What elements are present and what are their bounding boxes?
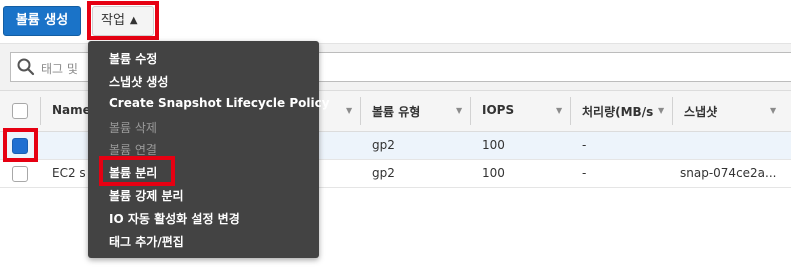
cell-throughput: - [582,138,587,152]
menu-item-change-auto-enable-io[interactable]: IO 자동 활성화 설정 변경 [109,210,240,227]
menu-item-add-edit-tags[interactable]: 태그 추가/편집 [109,233,184,250]
menu-item-modify-volume[interactable]: 볼륨 수정 [109,50,157,67]
cell-volume-type: gp2 [372,166,395,180]
menu-item-force-detach-volume[interactable]: 볼륨 강제 분리 [109,187,184,204]
sort-down-icon[interactable]: ▼ [456,106,462,115]
actions-dropdown-menu: 볼륨 수정 스냅샷 생성 Create Snapshot Lifecycle P… [88,41,330,258]
create-volume-button[interactable]: 볼륨 생성 [3,6,81,36]
column-divider [40,97,41,125]
cell-snapshot[interactable]: snap-074ce2a... [680,166,776,180]
search-icon [17,58,35,76]
menu-item-create-snapshot[interactable]: 스냅샷 생성 [109,73,168,90]
highlight-box-actions [87,1,159,40]
cell-volume-type: gp2 [372,138,395,152]
column-divider [570,97,571,125]
highlight-box-detach-volume [99,156,175,186]
cell-throughput: - [582,166,587,180]
search-placeholder: 태그 및 [41,62,78,76]
sort-down-icon[interactable]: ▼ [770,106,776,115]
row-checkbox[interactable] [12,166,28,182]
column-header-iops[interactable]: IOPS [482,103,514,117]
highlight-box-checkbox [3,128,38,162]
column-divider [672,97,673,125]
cell-name: EC2 s [52,166,86,180]
cell-iops: 100 [482,166,505,180]
menu-item-create-snapshot-lifecycle-policy[interactable]: Create Snapshot Lifecycle Policy [109,96,330,110]
column-divider [470,97,471,125]
column-header-throughput[interactable]: 처리량(MB/s [582,103,654,120]
toolbar: 볼륨 생성 작업 ▲ [0,0,791,44]
sort-down-icon[interactable]: ▼ [658,106,664,115]
column-header-snapshot[interactable]: 스냅샷 [684,103,717,120]
menu-item-delete-volume: 볼륨 삭제 [109,121,157,135]
sort-down-icon[interactable]: ▼ [346,106,352,115]
cell-iops: 100 [482,138,505,152]
column-header-volume-type[interactable]: 볼륨 유형 [372,103,420,120]
column-divider [360,97,361,125]
column-header-name[interactable]: Name [52,103,91,117]
sort-down-icon[interactable]: ▼ [556,106,562,115]
select-all-checkbox[interactable] [12,103,28,119]
